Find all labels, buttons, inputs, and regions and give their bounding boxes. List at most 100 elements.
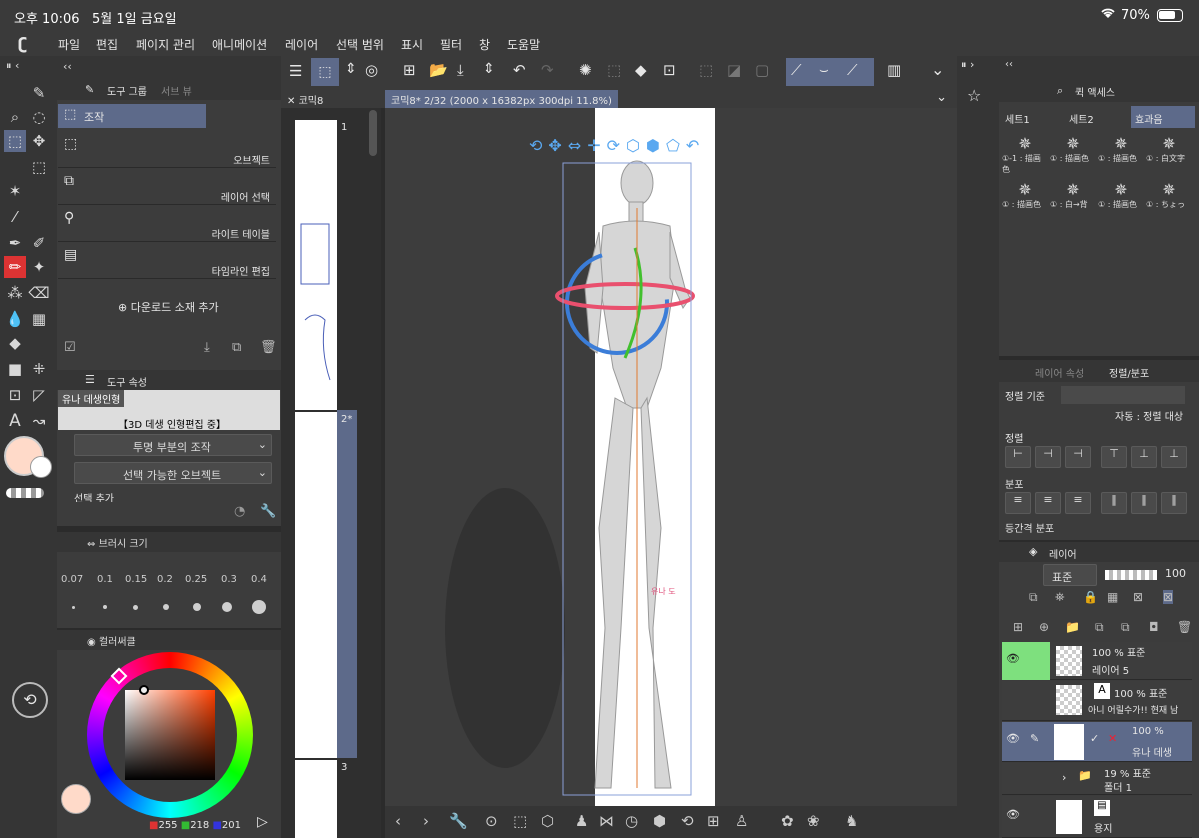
- sparkle-icon[interactable]: ✦: [28, 256, 50, 278]
- checklist-icon[interactable]: ☑: [64, 340, 76, 355]
- clip-icon[interactable]: ⧉: [1029, 590, 1038, 605]
- new-folder-icon[interactable]: 📁: [1065, 620, 1080, 634]
- invert-icon[interactable]: ◪: [727, 61, 741, 79]
- chevron-down-icon[interactable]: ⌄: [936, 90, 947, 105]
- zoom-tool-icon[interactable]: ⌕: [4, 106, 26, 128]
- eraser-icon[interactable]: ⌫: [28, 282, 50, 304]
- reset-icon[interactable]: ◔: [234, 504, 245, 519]
- brush-dot[interactable]: [133, 605, 138, 610]
- brush-dot[interactable]: [193, 603, 201, 611]
- align-right-icon[interactable]: ⊣: [1065, 446, 1091, 468]
- eye-icon[interactable]: 👁: [1006, 732, 1020, 745]
- selectable-object-select[interactable]: 선택 가능한 오브젝트 ⌄: [74, 462, 272, 484]
- object-floor-icon[interactable]: ⬢: [646, 136, 666, 155]
- brush-dot[interactable]: [103, 605, 107, 609]
- menu-animation[interactable]: 애니메이션: [212, 36, 267, 53]
- figure-settings-icon[interactable]: ♞: [845, 812, 858, 830]
- quick-access-item[interactable]: ✵ ① : 描画色: [1098, 180, 1144, 210]
- align-bottom-icon[interactable]: ⊥: [1161, 446, 1187, 468]
- pattern-icon[interactable]: ⁜: [28, 358, 50, 380]
- eye-icon[interactable]: 👁: [1006, 652, 1020, 665]
- align-middle-icon[interactable]: ⊥: [1131, 446, 1157, 468]
- fill-icon[interactable]: ◆: [4, 332, 26, 354]
- layer-row[interactable]: 👁 ▤ 용지: [1002, 796, 1192, 838]
- 3d-cube-icon[interactable]: ⬡: [541, 812, 554, 830]
- sub-color-swatch[interactable]: [30, 456, 52, 478]
- menu-filter[interactable]: 필터: [440, 36, 462, 53]
- magic-wand-icon[interactable]: ✶: [4, 180, 26, 202]
- transparent-operation-select[interactable]: 투명 부분의 조작 ⌄: [74, 434, 272, 456]
- sub-view-tab[interactable]: 서브 뷰: [161, 83, 192, 98]
- ruler-show-icon[interactable]: ⊠: [1163, 590, 1174, 604]
- clear-outside-icon[interactable]: ⬚: [607, 61, 621, 79]
- align-tab[interactable]: 정렬/분포: [1109, 365, 1149, 380]
- layer-mask-icon[interactable]: ◘: [1149, 620, 1159, 634]
- cube-add-icon[interactable]: ⬢: [653, 812, 666, 830]
- redo-icon[interactable]: ↷: [541, 61, 554, 79]
- wrench-icon[interactable]: 🔧: [449, 812, 468, 830]
- distribute-left-icon[interactable]: ‖: [1101, 492, 1127, 514]
- quick-access-tab-3[interactable]: 효과음: [1131, 106, 1195, 128]
- sub-tool-timeline[interactable]: ▤ 타임라인 편집: [58, 243, 276, 279]
- distribute-top-icon[interactable]: ≡: [1005, 492, 1031, 514]
- page-tab[interactable]: ✕ 코믹8: [281, 90, 381, 108]
- object-rotate-icon[interactable]: ⟳: [607, 136, 626, 155]
- tool-group-operation[interactable]: ⬚ 조작: [58, 104, 206, 128]
- menu-file[interactable]: 파일: [58, 36, 80, 53]
- distribute-right-icon[interactable]: ‖: [1161, 492, 1187, 514]
- selection-tool-icon[interactable]: ⬚: [28, 156, 50, 178]
- transparent-color-icon[interactable]: [6, 488, 44, 498]
- tool-group-title[interactable]: 도구 그룹: [107, 83, 147, 98]
- flip-icon[interactable]: ⋈: [599, 812, 614, 830]
- text-tool-icon[interactable]: A: [4, 410, 26, 432]
- airbrush-icon[interactable]: ⁂: [4, 282, 26, 304]
- distribute-middle-icon[interactable]: ≡: [1035, 492, 1061, 514]
- reference-icon[interactable]: ⛯: [1055, 590, 1065, 605]
- object-scale-icon[interactable]: ⬡: [626, 136, 646, 155]
- quick-access-title[interactable]: 퀵 액세스: [1075, 84, 1115, 99]
- snap-grid-icon[interactable]: ⟋: [847, 61, 858, 79]
- new-icon[interactable]: ⊞: [403, 61, 416, 79]
- menu-view[interactable]: 표시: [401, 36, 423, 53]
- save-icon[interactable]: ⤓: [457, 61, 464, 79]
- layer-row[interactable]: A 100 % 표준 아니 어릴수가!! 현재 남: [1002, 681, 1192, 721]
- sub-tool-light-table[interactable]: ⚲ 라이트 테이블: [58, 206, 276, 242]
- distribute-bottom-icon[interactable]: ≡: [1065, 492, 1091, 514]
- brush-size-4[interactable]: 0.25: [185, 574, 207, 585]
- merge-icon[interactable]: ⧉: [1121, 620, 1130, 635]
- brush-size-5[interactable]: 0.3: [221, 574, 237, 585]
- app-logo-icon[interactable]: ʗ: [18, 34, 27, 53]
- brush-dot[interactable]: [222, 602, 232, 612]
- sub-tool-layer-select[interactable]: ⧉ 레이어 선택: [58, 169, 276, 205]
- move-tool-icon[interactable]: ✥: [28, 130, 50, 152]
- menu-layer[interactable]: 레이어: [285, 36, 318, 53]
- blend-mode-select[interactable]: 표준: [1043, 564, 1097, 586]
- brush-size-6[interactable]: 0.4: [251, 574, 267, 585]
- deselect-icon[interactable]: ⬚: [699, 61, 713, 79]
- pen-tool-icon[interactable]: ✎: [28, 82, 50, 104]
- blend-icon[interactable]: 💧: [4, 308, 26, 330]
- new-vector-layer-icon[interactable]: ⊕: [1039, 620, 1049, 634]
- add-material-button[interactable]: ⊕ 다운로드 소재 추가: [118, 299, 219, 315]
- distribute-center-icon[interactable]: ‖: [1131, 492, 1157, 514]
- body-shape-icon[interactable]: ♙: [735, 812, 748, 830]
- menu-icon[interactable]: ☰: [289, 62, 302, 80]
- delete-layer-icon[interactable]: 🗑: [1177, 620, 1192, 634]
- quick-access-item[interactable]: ✵ ① : ちょっ: [1146, 180, 1192, 210]
- star-icon[interactable]: ☆: [967, 86, 981, 105]
- collapse-chevron-icon[interactable]: ⌄: [931, 60, 944, 79]
- layer-property-tab[interactable]: 레이어 속성: [1035, 365, 1084, 380]
- opacity-value[interactable]: 100: [1165, 567, 1186, 580]
- 3d-manipulator-bar[interactable]: ⟲✥⇔✛⟳⬡⬢⬠↶: [529, 136, 751, 162]
- eye-icon[interactable]: 👁: [1006, 808, 1020, 821]
- align-top-icon[interactable]: ⊤: [1101, 446, 1127, 468]
- transfer-icon[interactable]: ⧉: [1095, 620, 1104, 635]
- device-icon[interactable]: ▥: [887, 61, 901, 79]
- brush-size-0[interactable]: 0.07: [61, 574, 83, 585]
- pen-icon[interactable]: ✒: [4, 232, 26, 254]
- camera-pan-icon[interactable]: ✥: [548, 136, 567, 155]
- balloon-icon[interactable]: ↝: [28, 410, 50, 432]
- menu-selection[interactable]: 선택 범위: [336, 36, 384, 53]
- sprout-icon[interactable]: ❀: [807, 812, 820, 830]
- check-icon[interactable]: ✓: [1090, 732, 1099, 745]
